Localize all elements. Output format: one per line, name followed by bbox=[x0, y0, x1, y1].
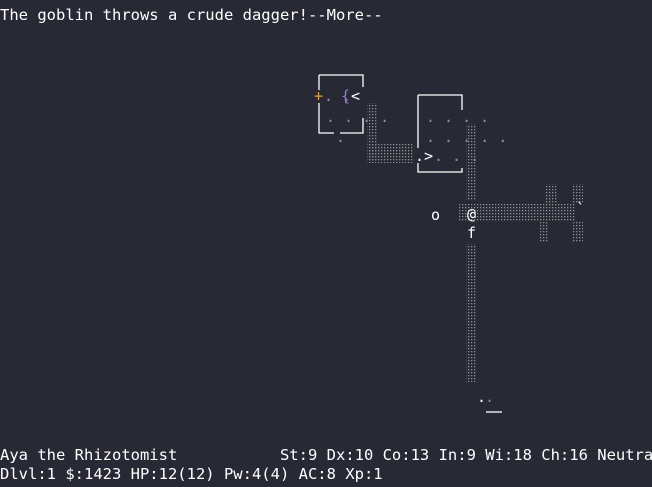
upstairs-glyph: < bbox=[351, 87, 360, 105]
bottom-room-fragment: . . bbox=[477, 388, 502, 413]
svg-text:. . . .: . . . . bbox=[426, 108, 489, 126]
status-line-1: Aya the Rhizotomist St:9 Dx:10 Co:13 In:… bbox=[0, 446, 652, 464]
svg-text:.: . bbox=[415, 147, 424, 165]
status-line-2: Dlvl:1 $:1423 HP:12(12) Pw:4(4) AC:8 Xp:… bbox=[0, 465, 383, 483]
fountain-glyph: { bbox=[341, 87, 350, 105]
dungeon-map: . . . . . . . . . . . . . . . . . . . + … bbox=[314, 74, 585, 413]
room-1: . . . . . bbox=[318, 74, 389, 146]
goblin-glyph: o bbox=[431, 206, 440, 224]
svg-text:.: . bbox=[485, 388, 494, 406]
corridors bbox=[367, 103, 583, 382]
boulder-mark: ` bbox=[576, 200, 585, 218]
pet-kitten-glyph: f bbox=[467, 224, 476, 242]
player-glyph: @ bbox=[467, 205, 476, 223]
downstairs-glyph: > bbox=[424, 147, 433, 165]
door-glyph: + bbox=[314, 87, 323, 105]
svg-text:. . . .: . . . . bbox=[326, 108, 389, 126]
floor-dot: . bbox=[336, 128, 345, 146]
